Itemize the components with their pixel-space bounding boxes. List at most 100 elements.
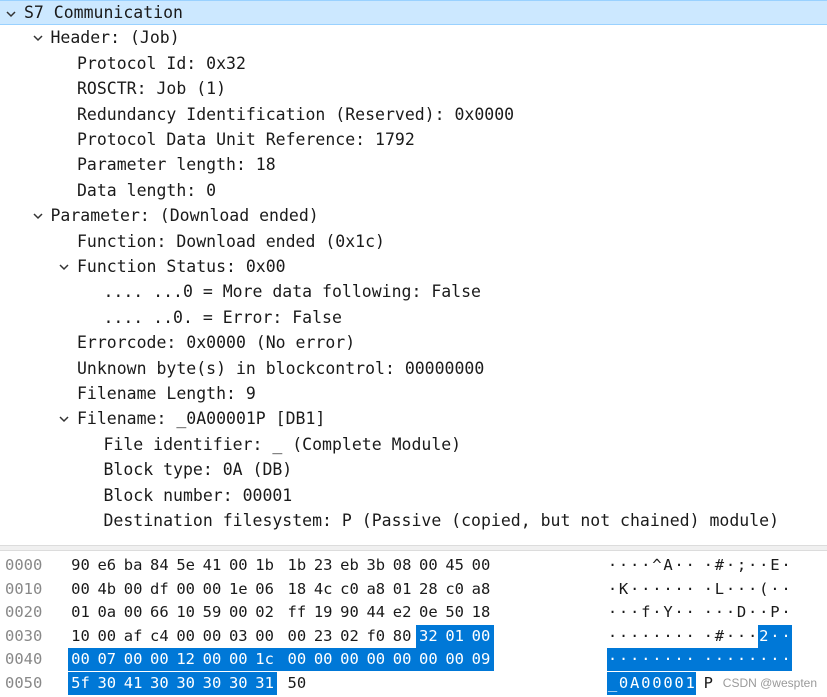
tree-row[interactable]: Parameter: (Download ended) <box>0 203 827 228</box>
ascii-char[interactable]: 0 <box>651 672 663 695</box>
ascii-char[interactable]: · <box>714 601 725 624</box>
hex-byte[interactable]: 5f <box>68 672 93 695</box>
tree-row[interactable]: .... ...0 = More data following: False <box>0 279 827 304</box>
ascii-char[interactable]: · <box>736 578 747 601</box>
ascii-char[interactable]: · <box>703 601 714 624</box>
ascii-char[interactable]: · <box>713 648 725 672</box>
hex-byte[interactable]: 00 <box>121 578 146 601</box>
hex-byte[interactable]: 1b <box>284 554 309 577</box>
chevron-down-icon[interactable] <box>32 33 43 43</box>
ascii-char[interactable]: Y <box>663 601 674 624</box>
tree-row[interactable]: Data length: 0 <box>0 178 827 203</box>
hex-byte[interactable]: 03 <box>226 625 251 648</box>
hex-byte[interactable]: 50 <box>442 601 467 624</box>
ascii-char[interactable]: 0 <box>640 672 652 695</box>
hex-byte[interactable]: 10 <box>68 625 93 648</box>
hex-byte[interactable]: 00 <box>226 601 251 624</box>
ascii-char[interactable]: · <box>629 648 641 672</box>
ascii-char[interactable]: ^ <box>651 554 662 577</box>
tree-row[interactable]: Protocol Id: 0x32 <box>0 51 827 76</box>
hex-byte[interactable]: 41 <box>200 554 225 577</box>
tree-row[interactable]: ROSCTR: Job (1) <box>0 76 827 101</box>
hex-byte[interactable]: ff <box>284 601 309 624</box>
hex-byte[interactable]: 90 <box>68 554 93 577</box>
tree-row[interactable]: Protocol Data Unit Reference: 1792 <box>0 127 827 152</box>
ascii-char[interactable]: 2 <box>758 624 770 648</box>
ascii-char[interactable]: · <box>703 554 714 577</box>
hex-byte[interactable]: 00 <box>284 648 310 672</box>
ascii-char[interactable]: K <box>618 578 629 601</box>
hex-byte[interactable]: 00 <box>225 648 251 672</box>
hex-byte[interactable]: ba <box>121 554 146 577</box>
ascii-char[interactable]: · <box>607 625 618 648</box>
tree-row[interactable]: Function Status: 0x00 <box>0 254 827 279</box>
chevron-down-icon[interactable] <box>59 414 69 424</box>
ascii-char[interactable]: ( <box>758 578 769 601</box>
hex-byte[interactable]: 01 <box>390 578 415 601</box>
hex-byte[interactable]: 4b <box>94 578 119 601</box>
hex-byte[interactable]: 50 <box>284 672 309 695</box>
hex-byte[interactable]: 30 <box>94 672 120 695</box>
ascii-char[interactable]: · <box>769 578 780 601</box>
ascii-char[interactable]: · <box>674 601 685 624</box>
ascii-char[interactable]: · <box>747 578 758 601</box>
ascii-char[interactable]: · <box>674 554 685 577</box>
hex-byte[interactable]: 00 <box>252 625 277 648</box>
hex-byte[interactable]: 31 <box>252 672 278 695</box>
hex-byte[interactable]: df <box>147 578 172 601</box>
ascii-char[interactable]: L <box>714 578 725 601</box>
ascii-char[interactable]: · <box>685 625 696 648</box>
hex-byte[interactable]: 30 <box>225 672 251 695</box>
tree-row[interactable]: Redundancy Identification (Reserved): 0x… <box>0 102 827 127</box>
hex-byte[interactable]: 00 <box>120 648 146 672</box>
ascii-char[interactable]: · <box>725 625 736 648</box>
hex-byte[interactable]: 00 <box>363 648 389 672</box>
hex-byte[interactable]: 00 <box>94 625 119 648</box>
ascii-char[interactable]: · <box>736 625 747 648</box>
ascii-char[interactable]: 0 <box>662 672 674 695</box>
hex-byte[interactable]: 00 <box>173 578 198 601</box>
ascii-char[interactable]: · <box>781 554 792 577</box>
ascii-char[interactable]: · <box>618 554 629 577</box>
ascii-char[interactable]: · <box>725 578 736 601</box>
ascii-char[interactable]: 1 <box>684 672 696 695</box>
hex-byte[interactable]: 00 <box>310 648 336 672</box>
tree-row[interactable]: Parameter length: 18 <box>0 152 827 177</box>
hex-byte[interactable]: e6 <box>94 554 119 577</box>
chevron-down-icon[interactable] <box>6 9 16 19</box>
ascii-char[interactable]: A <box>663 554 674 577</box>
ascii-char[interactable]: # <box>714 554 725 577</box>
hex-byte[interactable]: eb <box>337 554 362 577</box>
ascii-char[interactable]: · <box>781 601 792 624</box>
ascii-char[interactable]: · <box>651 578 662 601</box>
ascii-char[interactable]: · <box>607 648 618 672</box>
ascii-char[interactable]: · <box>725 554 736 577</box>
hex-byte[interactable]: 30 <box>146 672 172 695</box>
hex-byte[interactable]: 41 <box>120 672 146 695</box>
ascii-char[interactable]: · <box>685 601 696 624</box>
tree-row[interactable]: Header: (Job) <box>0 25 827 50</box>
hex-byte[interactable]: 1e <box>226 578 251 601</box>
hex-byte[interactable]: c0 <box>337 578 362 601</box>
hex-byte[interactable]: 30 <box>173 672 199 695</box>
hex-byte[interactable]: 00 <box>200 625 225 648</box>
hex-byte[interactable]: 00 <box>284 625 309 648</box>
hex-byte[interactable]: 00 <box>337 648 362 672</box>
hex-byte[interactable]: 4c <box>311 578 336 601</box>
hex-row[interactable]: 0000 90 · e6 · ba · 84 · 5e ^ 41 A 00 · 1b · 1b · 23 # eb · 3b;… <box>0 553 827 578</box>
hex-byte[interactable]: 0a <box>94 601 119 624</box>
chevron-down-icon[interactable] <box>59 262 69 272</box>
ascii-char[interactable]: · <box>663 625 674 648</box>
ascii-char[interactable]: · <box>747 601 758 624</box>
ascii-char[interactable]: · <box>618 648 630 672</box>
hex-byte[interactable]: 00 <box>442 648 468 672</box>
hex-byte[interactable]: 28 <box>416 578 441 601</box>
hex-byte[interactable]: a8 <box>469 578 494 601</box>
hex-byte[interactable]: af <box>121 625 146 648</box>
hex-byte[interactable]: 45 <box>442 554 467 577</box>
ascii-char[interactable]: · <box>640 554 651 577</box>
hex-byte[interactable]: 00 <box>416 554 441 577</box>
hex-byte[interactable]: 01 <box>442 624 468 648</box>
hex-byte[interactable]: 07 <box>94 648 120 672</box>
ascii-char[interactable]: · <box>747 554 758 577</box>
